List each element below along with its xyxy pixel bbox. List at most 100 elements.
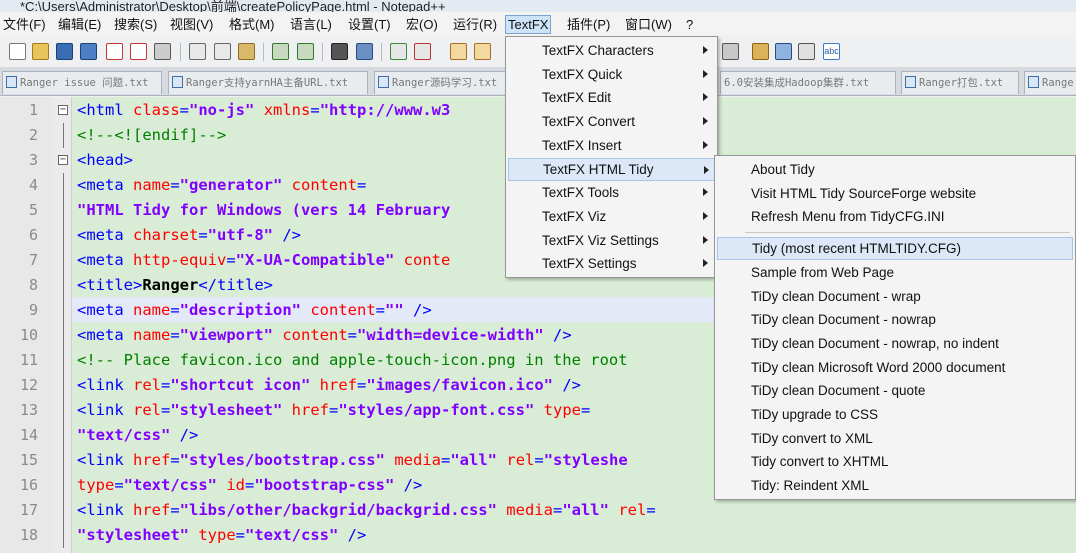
code-line[interactable]: <meta name="generator" content=: [77, 173, 366, 198]
menu-settings[interactable]: 设置(T): [346, 15, 393, 34]
cut-icon[interactable]: [189, 43, 206, 60]
textfx-menu-item[interactable]: TextFX Tools: [508, 181, 715, 204]
tidy-menu-item[interactable]: TiDy clean Document - nowrap: [717, 308, 1073, 331]
menu-item-label: Visit HTML Tidy SourceForge website: [751, 185, 977, 201]
tidy-menu-item[interactable]: Visit HTML Tidy SourceForge website: [717, 182, 1073, 205]
textfx-menu-item[interactable]: TextFX Insert: [508, 134, 715, 157]
menu-macro[interactable]: 宏(O): [404, 15, 440, 34]
textfx-menu-item[interactable]: TextFX Characters: [508, 39, 715, 62]
code-line[interactable]: <head>: [77, 148, 133, 173]
code-token: "no-js": [189, 101, 255, 119]
code-line[interactable]: <link rel="stylesheet" href="styles/app-…: [77, 398, 590, 423]
menu-window[interactable]: 窗口(W): [623, 15, 674, 34]
code-line[interactable]: <html class="no-js" xmlns="http://www.w3: [77, 98, 450, 123]
menu-textfx[interactable]: TextFX: [505, 15, 552, 34]
tab-hadoop-cluster[interactable]: 6.0安装集成Hadoop集群.txt: [720, 71, 896, 94]
tidy-menu-item[interactable]: TiDy clean Document - quote: [717, 379, 1073, 402]
sync-vertical-icon[interactable]: [450, 43, 467, 60]
tidy-menu-item[interactable]: TiDy convert to XML: [717, 427, 1073, 450]
tidy-menu-item[interactable]: TiDy clean Document - wrap: [717, 285, 1073, 308]
tab-ranger-more[interactable]: Range: [1024, 71, 1076, 94]
fold-toggle-icon[interactable]: −: [58, 155, 68, 165]
paste-icon[interactable]: [238, 43, 255, 60]
code-line[interactable]: <!-- Place favicon.ico and apple-touch-i…: [77, 348, 628, 373]
code-line[interactable]: "text/css" />: [77, 423, 198, 448]
zoom-out-icon[interactable]: [414, 43, 431, 60]
tab-ranger-package[interactable]: Ranger打包.txt: [901, 71, 1019, 94]
tidy-menu-item[interactable]: About Tidy: [717, 158, 1073, 181]
textfx-menu-item[interactable]: TextFX Convert: [508, 110, 715, 133]
textfx-menu-item[interactable]: TextFX Viz: [508, 205, 715, 228]
code-line[interactable]: <link href="libs/other/backgrid/backgrid…: [77, 498, 656, 523]
code-line[interactable]: type="text/css" id="bootstrap-css" />: [77, 473, 422, 498]
macro-stop-icon[interactable]: [752, 43, 769, 60]
macro-record-icon[interactable]: [722, 43, 739, 60]
tidy-menu-item[interactable]: Sample from Web Page: [717, 261, 1073, 284]
macro-save-icon[interactable]: [798, 43, 815, 60]
code-line[interactable]: "stylesheet" type="text/css" />: [77, 523, 366, 548]
replace-icon[interactable]: [356, 43, 373, 60]
textfx-menu-item[interactable]: TextFX HTML Tidy: [508, 157, 715, 181]
code-token: =: [161, 376, 171, 394]
tidy-menu-item[interactable]: TiDy clean Microsoft Word 2000 document: [717, 356, 1073, 379]
code-line[interactable]: <meta charset="utf-8" />: [77, 223, 301, 248]
save-icon[interactable]: [56, 43, 73, 60]
tab-ranger-issue[interactable]: Ranger issue 问题.txt: [2, 71, 162, 94]
fold-toggle-icon[interactable]: −: [58, 105, 68, 115]
copy-icon[interactable]: [214, 43, 231, 60]
menu-view[interactable]: 视图(V): [168, 15, 215, 34]
find-icon[interactable]: [331, 43, 348, 60]
tidy-menu-item[interactable]: Tidy convert to XHTML: [717, 450, 1073, 473]
save-all-icon[interactable]: [80, 43, 97, 60]
redo-icon[interactable]: [297, 43, 314, 60]
sync-horizontal-icon[interactable]: [474, 43, 491, 60]
code-token: =: [245, 476, 255, 494]
menu-file[interactable]: 文件(F): [1, 15, 48, 34]
code-line[interactable]: <meta http-equiv="X-UA-Compatible" conte: [77, 248, 450, 273]
open-file-icon[interactable]: [32, 43, 49, 60]
code-line[interactable]: <meta name="viewport" content="width=dev…: [77, 323, 572, 348]
textfx-menu-item[interactable]: TextFX Viz Settings: [508, 229, 715, 252]
fold-guide-line: [63, 123, 64, 148]
tidy-menu-item[interactable]: TiDy upgrade to CSS: [717, 403, 1073, 426]
textfx-menu-item[interactable]: TextFX Edit: [508, 86, 715, 109]
menu-edit[interactable]: 编辑(E): [56, 15, 103, 34]
new-file-icon[interactable]: [9, 43, 26, 60]
submenu-arrow-icon: [703, 93, 708, 102]
code-token: =: [357, 376, 367, 394]
zoom-in-icon[interactable]: [390, 43, 407, 60]
macro-play-icon[interactable]: [775, 43, 792, 60]
menu-language[interactable]: 语言(L): [288, 15, 334, 34]
tidy-menu-item[interactable]: Refresh Menu from TidyCFG.INI: [717, 205, 1073, 228]
menu-search[interactable]: 搜索(S): [112, 15, 159, 34]
close-all-icon[interactable]: [130, 43, 147, 60]
tab-ranger-yarn-ha[interactable]: Ranger支持yarnHA主备URL.txt: [168, 71, 368, 94]
tidy-menu-item[interactable]: TiDy clean Document - nowrap, no indent: [717, 332, 1073, 355]
textfx-menu-item[interactable]: TextFX Quick: [508, 63, 715, 86]
menu-plugins[interactable]: 插件(P): [565, 15, 612, 34]
code-line[interactable]: "HTML Tidy for Windows (vers 14 February: [77, 198, 450, 223]
undo-icon[interactable]: [272, 43, 289, 60]
spellcheck-icon[interactable]: abc: [823, 43, 840, 60]
code-line[interactable]: <link rel="shortcut icon" href="images/f…: [77, 373, 581, 398]
textfx-menu-item[interactable]: TextFX Settings: [508, 252, 715, 275]
toolbar-separator: [381, 43, 382, 61]
code-line[interactable]: <link href="styles/bootstrap.css" media=…: [77, 448, 628, 473]
tidy-menu-item[interactable]: Tidy: Reindent XML: [717, 474, 1073, 497]
menu-run[interactable]: 运行(R): [451, 15, 499, 34]
menu-item-label: TextFX Settings: [542, 256, 637, 272]
code-line[interactable]: <!--<![endif]-->: [77, 123, 226, 148]
tidy-menu-item[interactable]: Tidy (most recent HTMLTIDY.CFG): [717, 237, 1073, 261]
menu-item-label: Refresh Menu from TidyCFG.INI: [751, 209, 945, 225]
code-line[interactable]: <meta name="description" content="" />: [77, 298, 432, 323]
menu-item-label: TextFX Insert: [542, 137, 622, 153]
tab-label: Ranger打包.txt: [919, 77, 1004, 89]
code-line[interactable]: <title>Ranger</title>: [77, 273, 273, 298]
menu-format[interactable]: 格式(M): [227, 15, 277, 34]
menu-help[interactable]: ?: [684, 15, 695, 34]
close-icon[interactable]: [106, 43, 123, 60]
notepadpp-window: *C:\Users\Administrator\Desktop\前端\creat…: [0, 0, 1076, 553]
print-icon[interactable]: [154, 43, 171, 60]
